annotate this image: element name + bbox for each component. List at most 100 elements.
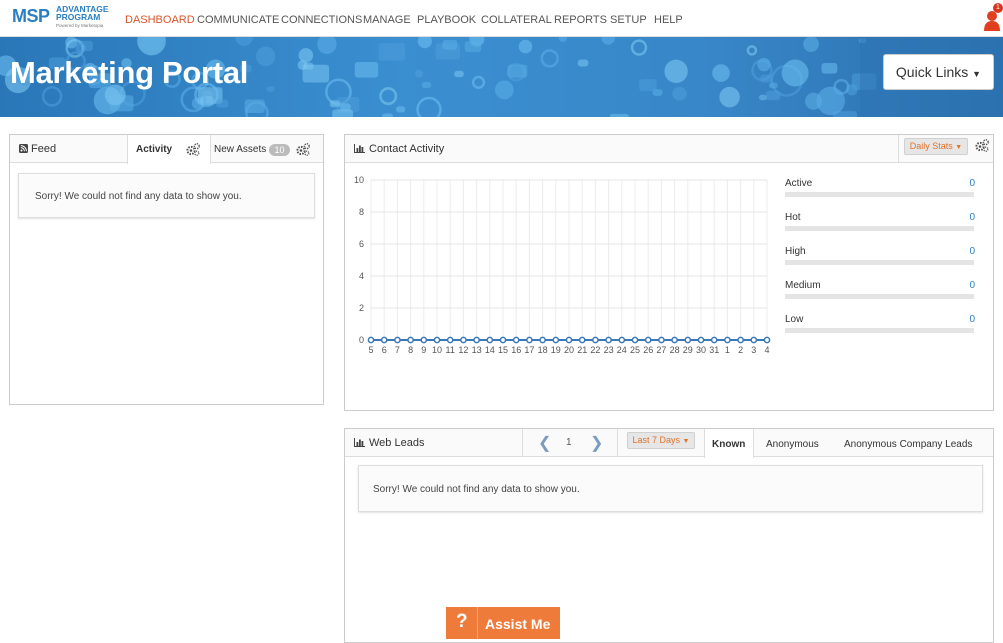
data-point[interactable] [750, 336, 758, 344]
nav-playbook[interactable]: PLAYBOOK [417, 14, 476, 26]
data-point[interactable] [433, 336, 441, 344]
banner-decoration [471, 75, 486, 89]
tab-anonymous-company-leads[interactable]: Anonymous Company Leads [844, 439, 972, 450]
data-point[interactable] [644, 336, 652, 344]
stat-label-hot: Hot [785, 212, 801, 223]
data-point[interactable] [763, 336, 771, 344]
nav-communicate[interactable]: COMMUNICATE [197, 14, 279, 26]
banner-decoration [601, 37, 615, 45]
nav-reports[interactable]: REPORTS [554, 14, 607, 26]
data-point[interactable] [592, 336, 599, 344]
stat-bar-low [785, 328, 974, 333]
x-tick-label: 6 [382, 345, 387, 355]
data-point[interactable] [394, 336, 401, 344]
data-point[interactable] [460, 336, 467, 344]
gears-icon[interactable] [296, 143, 310, 156]
data-point[interactable] [578, 336, 586, 344]
banner-decoration [746, 45, 758, 56]
tab-activity[interactable]: Activity [127, 135, 211, 164]
stat-value-medium[interactable]: 0 [945, 280, 975, 291]
daily-stats-dropdown[interactable]: Daily Stats ▼ [904, 138, 968, 155]
x-tick-label: 17 [524, 345, 534, 355]
data-point[interactable] [420, 336, 428, 344]
data-point[interactable] [552, 336, 560, 344]
banner-decoration [382, 113, 393, 117]
data-point[interactable] [724, 336, 731, 344]
nav-manage[interactable]: MANAGE [363, 14, 411, 26]
x-tick-label: 14 [485, 345, 495, 355]
x-tick-label: 19 [551, 345, 561, 355]
data-point[interactable] [526, 336, 533, 344]
data-point[interactable] [512, 336, 520, 344]
tab-known[interactable]: Known [704, 429, 754, 458]
banner-decoration [235, 37, 254, 46]
x-tick-label: 12 [458, 345, 468, 355]
data-point[interactable] [631, 336, 639, 344]
banner-decoration [141, 37, 162, 51]
stat-value-low[interactable]: 0 [945, 314, 975, 325]
y-tick-label: 10 [354, 175, 364, 185]
data-point[interactable] [565, 336, 573, 344]
data-point[interactable] [605, 336, 612, 344]
nav-setup[interactable]: SETUP [610, 14, 647, 26]
chevron-left-icon[interactable]: ❮ [538, 433, 551, 453]
data-point[interactable] [380, 336, 388, 344]
nav-dashboard[interactable]: DASHBOARD [125, 14, 195, 26]
stat-label-medium: Medium [785, 280, 821, 291]
banner-decoration [378, 43, 406, 61]
chevron-right-icon[interactable]: ❯ [590, 433, 603, 453]
banner-decoration [354, 61, 379, 78]
data-point[interactable] [658, 336, 665, 344]
data-point[interactable] [539, 336, 546, 344]
feed-empty-text: Sorry! We could not find any data to sho… [35, 191, 242, 202]
data-point[interactable] [407, 336, 414, 344]
tab-new-assets[interactable]: New Assets [214, 144, 266, 155]
nav-help[interactable]: HELP [654, 14, 683, 26]
last-7-days-dropdown[interactable]: Last 7 Days ▼ [627, 432, 695, 449]
stat-value-high[interactable]: 0 [945, 246, 975, 257]
data-point[interactable] [446, 336, 454, 344]
banner-decoration [719, 86, 740, 108]
banner-decoration [577, 59, 589, 67]
x-tick-label: 31 [709, 345, 719, 355]
stat-bar-active [785, 192, 974, 197]
gears-icon[interactable] [186, 143, 200, 156]
banner-decoration [518, 39, 533, 54]
gears-icon[interactable] [975, 139, 989, 152]
banner-decoration [379, 87, 398, 106]
web-leads-empty-message: Sorry! We could not find any data to sho… [358, 465, 983, 512]
x-tick-label: 20 [564, 345, 574, 355]
data-point[interactable] [710, 336, 718, 344]
assist-me-button[interactable]: ? Assist Me [446, 607, 560, 639]
data-point[interactable] [618, 336, 626, 344]
quick-links-button[interactable]: Quick Links ▼ [883, 54, 994, 90]
nav-collateral[interactable]: COLLATERAL [481, 14, 552, 26]
data-point[interactable] [684, 336, 692, 344]
stat-value-active[interactable]: 0 [945, 178, 975, 189]
data-point[interactable] [486, 336, 494, 344]
nav-connections[interactable]: CONNECTIONS [281, 14, 362, 26]
notification-badge[interactable]: 1 [993, 3, 1003, 13]
data-point[interactable] [473, 336, 480, 344]
contact-activity-chart: 02468105 6 7 8 9 10 11 12 13 14 15 16 17 18 19 20 21 22 23… [354, 175, 771, 355]
y-tick-label: 4 [359, 271, 364, 281]
banner-decoration [540, 49, 559, 68]
banner-decoration [630, 39, 648, 56]
contact-activity-panel: Contact Activity Daily Stats ▼ 0 2 4 6 8 10 5 6… [344, 134, 994, 411]
header-divider [617, 429, 618, 457]
web-leads-empty-text: Sorry! We could not find any data to sho… [373, 484, 580, 495]
msp-advantage-logo[interactable]: MSP ADVANTAGE PROGRAM Powered by Marketop… [12, 5, 109, 33]
data-point[interactable] [697, 336, 705, 344]
data-point[interactable] [737, 336, 744, 344]
tab-anonymous[interactable]: Anonymous [766, 439, 819, 450]
last-7-days-label: Last 7 Days [632, 435, 681, 445]
data-point[interactable] [499, 336, 507, 344]
page-number: 1 [566, 437, 572, 448]
x-tick-label: 26 [643, 345, 653, 355]
x-tick-label: 16 [511, 345, 521, 355]
banner-decoration [464, 41, 482, 53]
data-point[interactable] [671, 336, 678, 344]
stat-value-hot[interactable]: 0 [945, 212, 975, 223]
x-tick-label: 7 [395, 345, 400, 355]
data-point[interactable] [367, 336, 375, 344]
